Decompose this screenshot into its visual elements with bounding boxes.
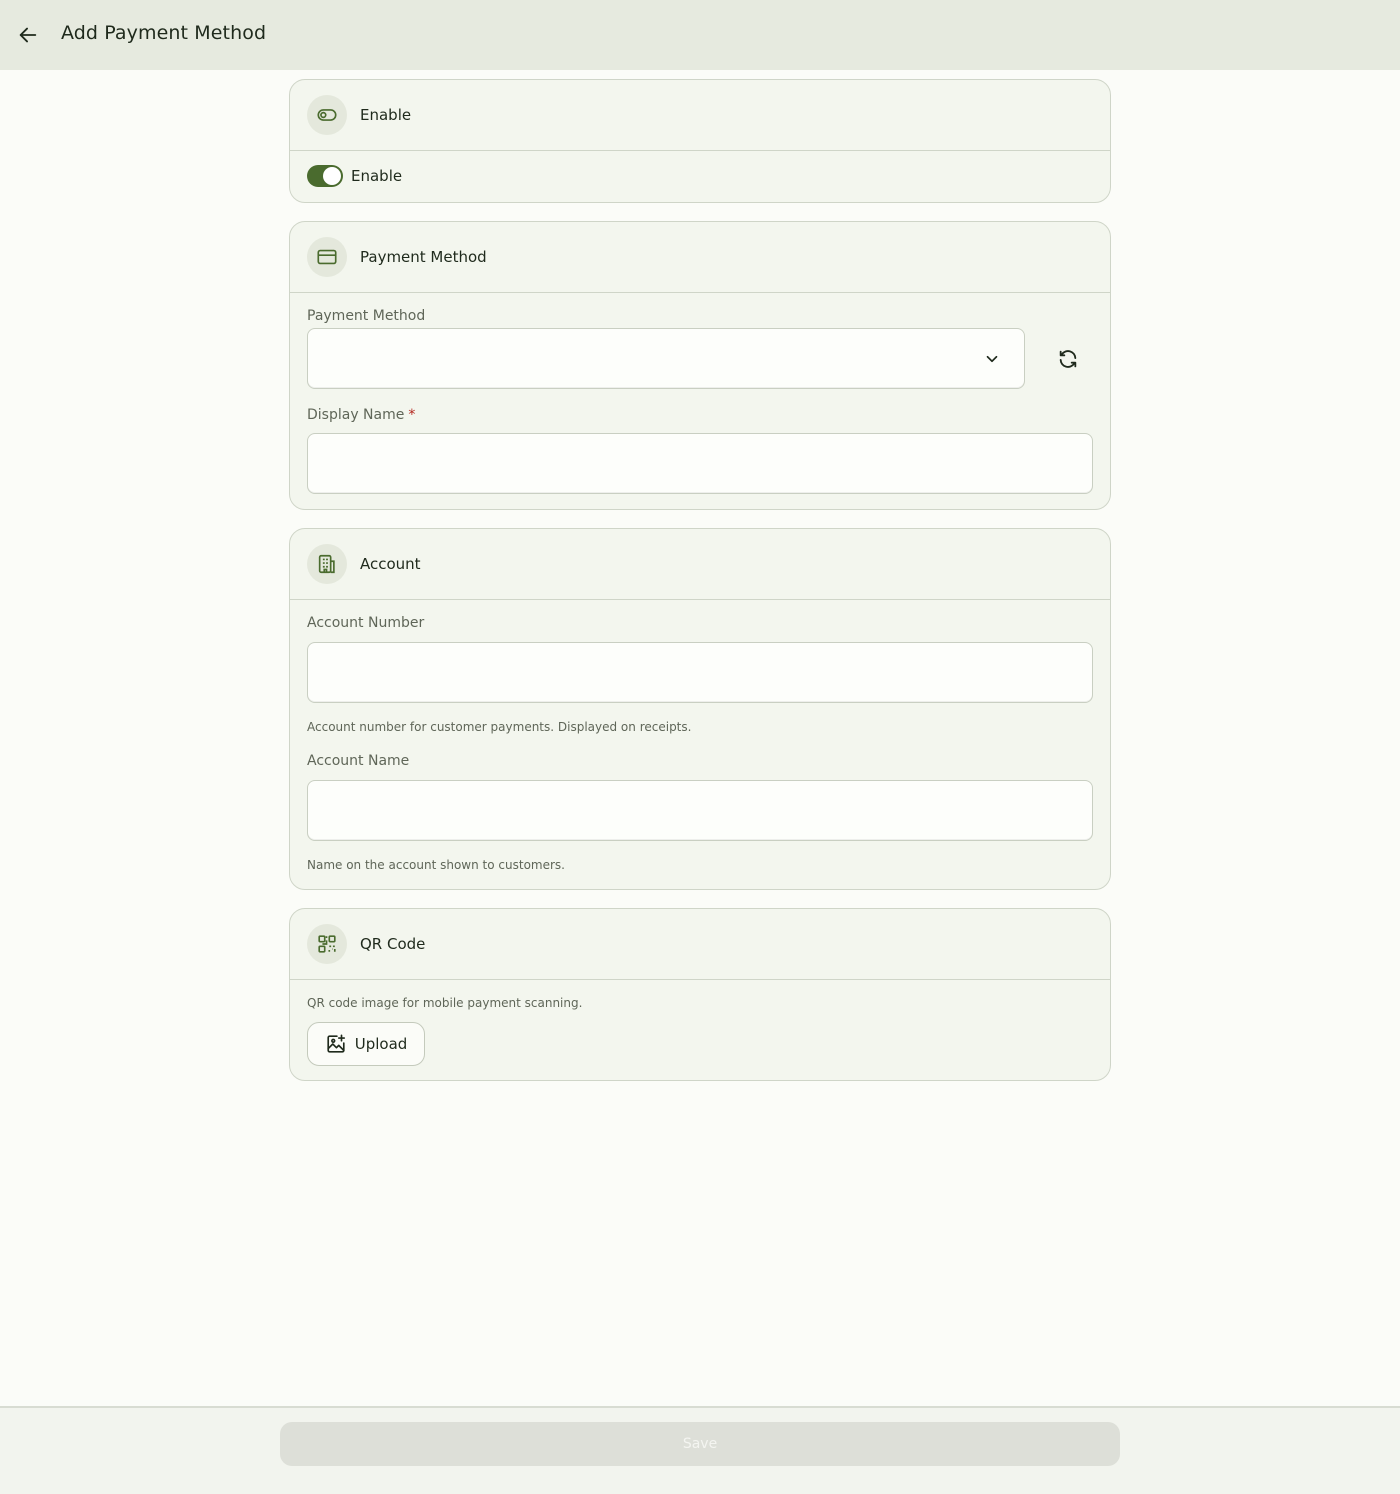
qr-code-helper: QR code image for mobile payment scannin…: [307, 996, 583, 1010]
toggle-icon: [307, 95, 347, 135]
payment-method-select[interactable]: [307, 328, 1025, 389]
account-number-input[interactable]: [307, 642, 1093, 703]
refresh-button[interactable]: [1050, 341, 1086, 377]
upload-button-label: Upload: [354, 1035, 408, 1053]
required-asterisk: *: [408, 407, 416, 423]
account-name-input[interactable]: [307, 780, 1093, 841]
account-card-header: Account: [290, 529, 1110, 600]
back-button[interactable]: [14, 21, 42, 49]
account-number-label: Account Number: [307, 615, 425, 631]
page-title: Add Payment Method: [61, 22, 267, 44]
account-number-helper: Account number for customer payments. Di…: [307, 720, 692, 734]
account-card: Account Account Number Account number fo…: [289, 528, 1111, 890]
app-bar: Add Payment Method: [0, 0, 1400, 70]
payment-method-card-title: Payment Method: [360, 248, 487, 266]
refresh-icon: [1059, 350, 1077, 368]
building-icon: [307, 544, 347, 584]
enable-card: Enable Enable: [289, 79, 1111, 203]
chevron-down-icon: [982, 349, 1002, 369]
qr-code-card: QR Code QR code image for mobile payment…: [289, 908, 1111, 1081]
arrow-left-icon: [19, 27, 37, 43]
upload-button[interactable]: Upload: [307, 1022, 425, 1066]
enable-toggle[interactable]: [307, 165, 343, 187]
account-name-label: Account Name: [307, 753, 410, 769]
display-name-label: Display Name *: [307, 407, 415, 423]
footer-bar: Save: [0, 1406, 1400, 1494]
display-name-label-text: Display Name: [307, 407, 405, 423]
qr-code-card-title: QR Code: [360, 935, 426, 953]
save-button[interactable]: Save: [280, 1422, 1120, 1466]
payment-method-card-header: Payment Method: [290, 222, 1110, 293]
payment-method-label: Payment Method: [307, 308, 426, 324]
payment-method-card: Payment Method Payment Method Display Na…: [289, 221, 1111, 510]
account-name-helper: Name on the account shown to customers.: [307, 858, 565, 872]
qr-code-icon: [307, 924, 347, 964]
toggle-knob: [323, 167, 341, 185]
image-add-icon: [327, 1034, 345, 1053]
enable-card-header: Enable: [290, 80, 1110, 151]
account-card-title: Account: [360, 555, 421, 573]
display-name-input[interactable]: [307, 433, 1093, 494]
credit-card-icon: [307, 237, 347, 277]
enable-toggle-label: Enable: [351, 167, 403, 185]
enable-card-title: Enable: [360, 106, 412, 124]
qr-code-card-header: QR Code: [290, 909, 1110, 980]
